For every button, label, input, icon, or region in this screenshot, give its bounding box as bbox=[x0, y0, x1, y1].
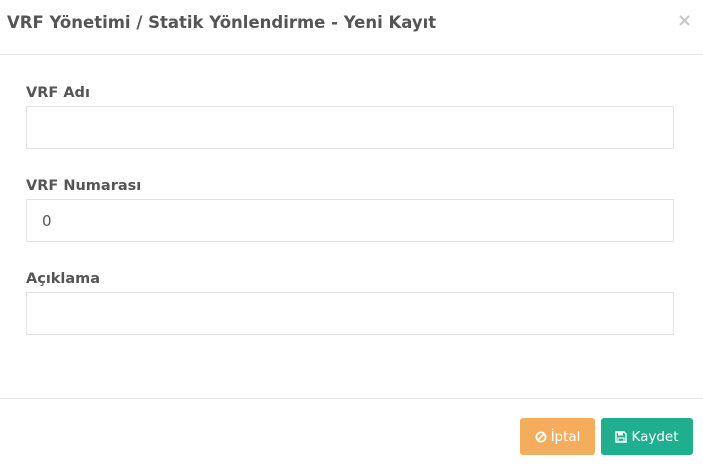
modal-footer: İptal Kaydet bbox=[0, 398, 703, 470]
vrf-name-label: VRF Adı bbox=[26, 85, 90, 101]
close-icon: × bbox=[677, 10, 693, 31]
close-button[interactable]: × bbox=[677, 10, 693, 32]
modal-title: VRF Yönetimi / Statik Yönlendirme - Yeni… bbox=[7, 13, 437, 32]
ban-icon bbox=[535, 431, 547, 443]
cancel-button[interactable]: İptal bbox=[520, 418, 595, 455]
vrf-number-input[interactable] bbox=[26, 199, 674, 242]
new-record-modal: VRF Yönetimi / Statik Yönlendirme - Yeni… bbox=[0, 0, 703, 470]
description-input[interactable] bbox=[26, 292, 674, 335]
modal-header: VRF Yönetimi / Statik Yönlendirme - Yeni… bbox=[0, 0, 703, 55]
vrf-name-input[interactable] bbox=[26, 106, 674, 149]
save-button[interactable]: Kaydet bbox=[601, 418, 693, 455]
description-label: Açıklama bbox=[26, 271, 101, 287]
cancel-button-label: İptal bbox=[550, 428, 581, 445]
floppy-disk-icon bbox=[615, 430, 628, 443]
save-button-label: Kaydet bbox=[631, 428, 679, 445]
vrf-number-label: VRF Numarası bbox=[26, 178, 142, 194]
